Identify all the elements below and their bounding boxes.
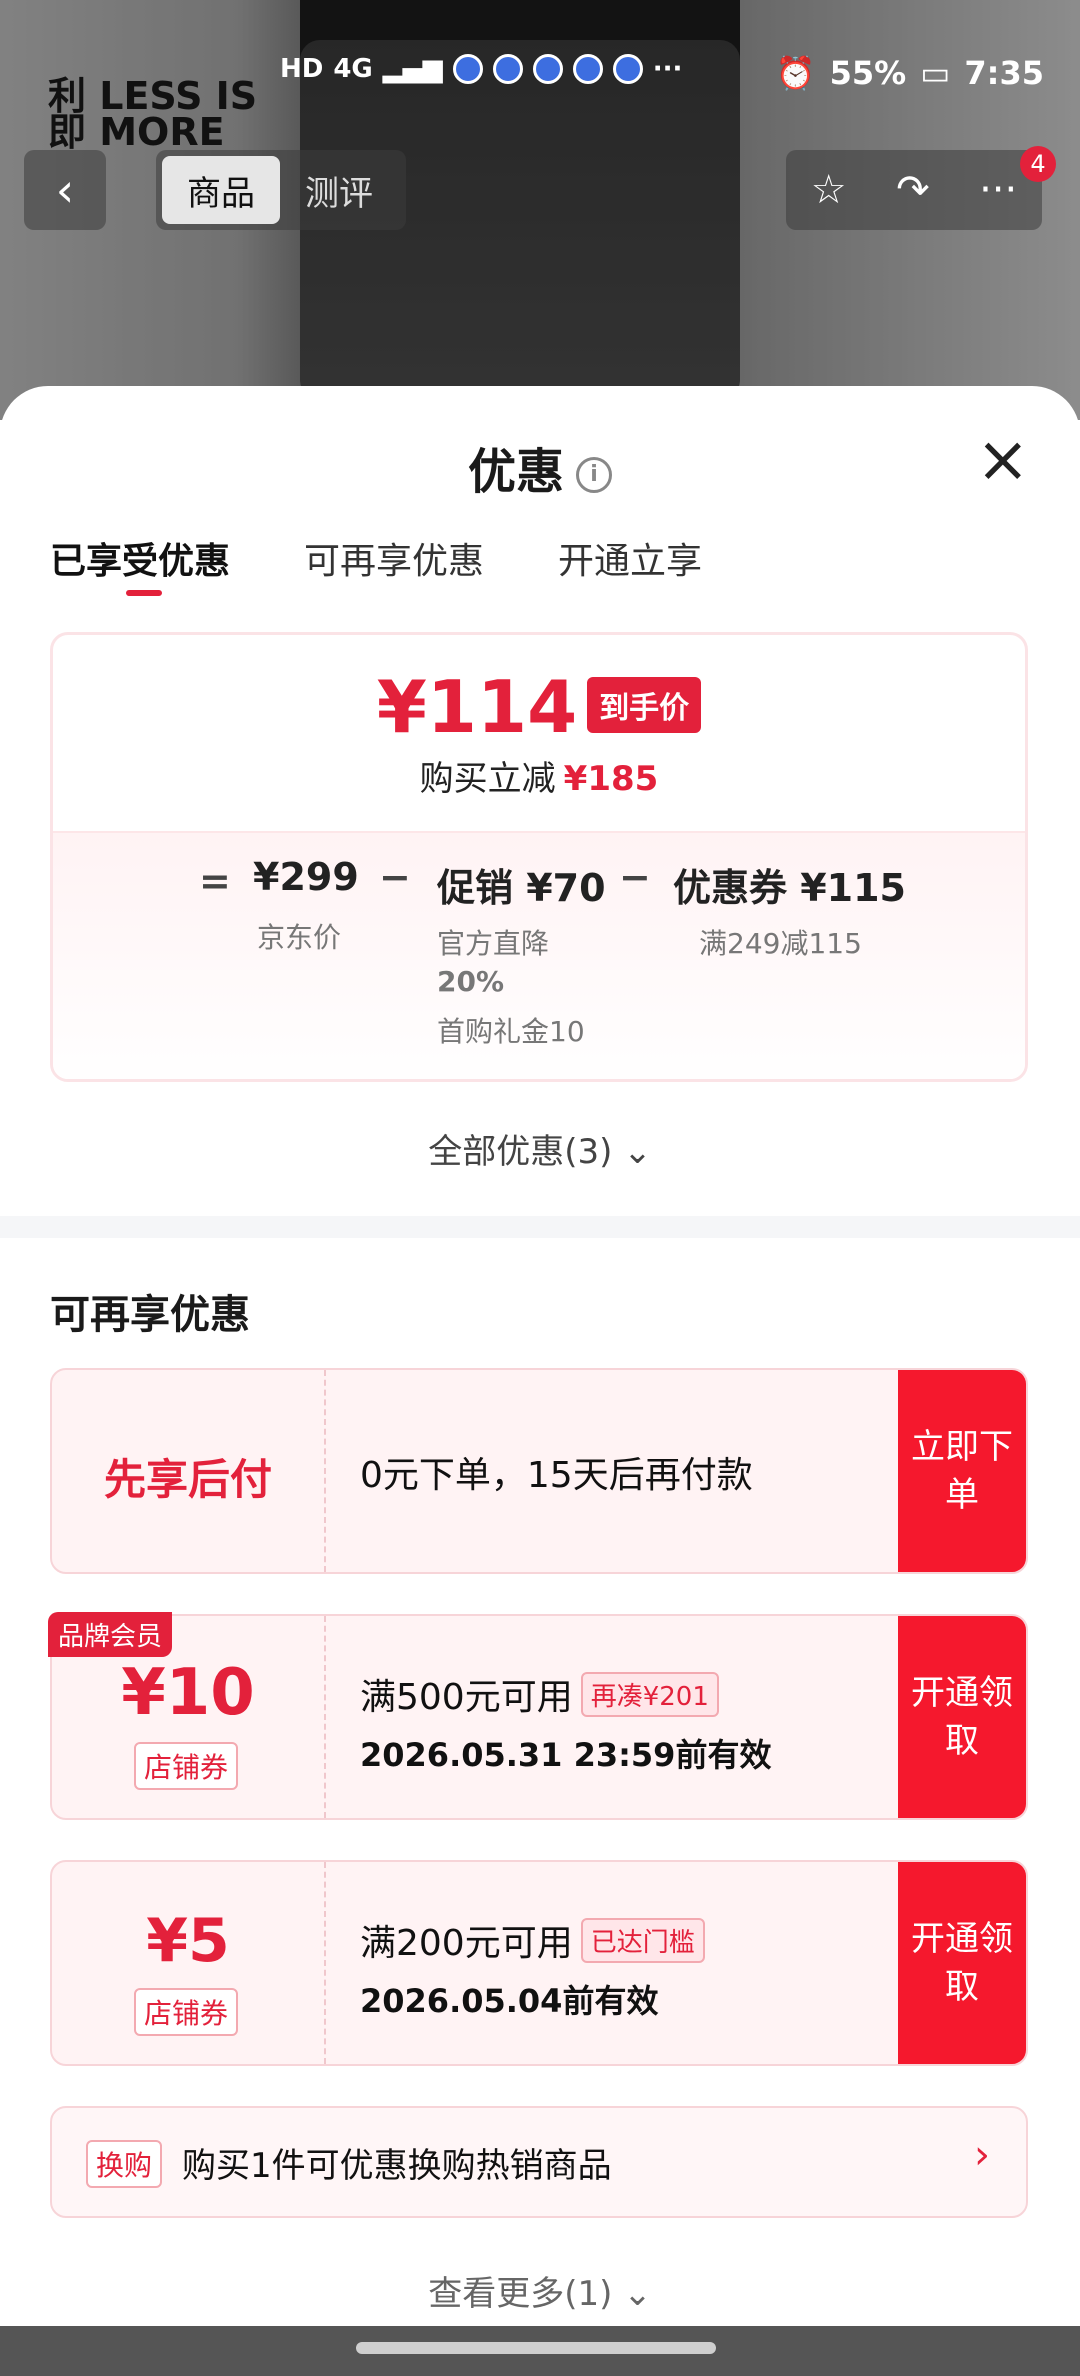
jd-price-label: 京东价	[257, 921, 342, 954]
top-tabs: 商品 测评	[156, 150, 406, 230]
hd-indicator: HD	[280, 54, 324, 84]
tab-more-available[interactable]: 可再享优惠	[304, 532, 484, 584]
minus-sign: −	[379, 855, 411, 899]
promo-sheet: 优惠 i × 已享受优惠 可再享优惠 开通立享 ¥114 到手价 购买立减 ¥185 …	[0, 386, 1080, 2376]
coupon-expiry: 2026.05.31 23:59前有效	[360, 1736, 772, 1774]
more-icon[interactable]: ···	[979, 167, 1017, 213]
coupon-amount: 优惠券 ¥115	[673, 866, 906, 910]
back-icon: ‹	[55, 163, 75, 217]
info-icon[interactable]: i	[576, 457, 612, 493]
home-indicator[interactable]	[356, 2342, 716, 2354]
coupon-condition: 满200元可用 已达门槛	[360, 1914, 705, 1966]
coupon-expiry: 2026.05.04前有效	[360, 1982, 659, 2020]
app-notification-icon	[532, 54, 563, 84]
pay-later-label: 先享后付	[103, 1455, 272, 1504]
breakdown-row: = ¥299 京东价 − 促销 ¥70 官方直降 20% 首购礼金10 − 优惠…	[53, 831, 1025, 1079]
network-indicator: 4G	[333, 54, 373, 84]
tab-review[interactable]: 测评	[280, 156, 398, 224]
close-icon[interactable]: ×	[976, 428, 1030, 492]
notification-badge: 4	[1020, 146, 1056, 182]
star-icon[interactable]: ☆	[811, 167, 847, 213]
saving-line: 购买立减 ¥185	[419, 759, 659, 799]
pay-later-desc: 0元下单，15天后再付款	[360, 1455, 753, 1496]
exchange-text: 购买1件可优惠换购热销商品	[182, 2146, 612, 2186]
tab-activate[interactable]: 开通立享	[558, 532, 702, 584]
brand-member-badge: 品牌会员	[48, 1612, 173, 1657]
coupon-left-col: ¥5 店铺券	[52, 1862, 326, 2064]
activate-claim-button[interactable]: 开通领取	[898, 1616, 1026, 1818]
coupon-type-tag: 店铺券	[134, 1988, 239, 2036]
exchange-offer-row[interactable]: 换购 购买1件可优惠换购热销商品 ›	[50, 2106, 1028, 2218]
back-button[interactable]: ‹	[24, 150, 106, 230]
tab-product[interactable]: 商品	[162, 156, 280, 224]
coupon-chip: 已达门槛	[580, 1918, 705, 1963]
coupon-condition: 满500元可用 再凑¥201	[360, 1668, 719, 1720]
battery-icon: ▭	[920, 54, 951, 92]
promo-detail-3: 首购礼金10	[437, 1015, 585, 1048]
pay-later-label-col: 先享后付	[52, 1370, 326, 1572]
more-notifications-icon: ···	[652, 54, 683, 84]
section-title: 可再享优惠	[50, 1292, 250, 1338]
signal-icon: ▂▄▆	[382, 54, 443, 84]
see-more-link[interactable]: 查看更多(1) ⌄	[0, 2266, 1080, 2315]
battery-percent: 55%	[829, 54, 907, 92]
promo-amount: 促销 ¥70	[437, 866, 606, 910]
exchange-tag: 换购	[86, 2140, 163, 2188]
activate-claim-button[interactable]: 开通领取	[898, 1862, 1026, 2064]
promo-detail-2: 20%	[437, 965, 505, 998]
coupon-amount: ¥10	[121, 1656, 255, 1730]
sheet-title: 优惠 i	[0, 432, 1080, 502]
tab-enjoyed[interactable]: 已享受优惠	[50, 532, 230, 596]
price-breakdown: ¥114 到手价 购买立减 ¥185 = ¥299 京东价 − 促销 ¥70 官方直…	[50, 632, 1028, 1082]
coupon-type-tag: 店铺券	[134, 1742, 239, 1790]
final-price: ¥114 到手价	[53, 665, 1025, 749]
clock: 7:35	[964, 54, 1044, 92]
final-price-tag: 到手价	[587, 677, 702, 733]
pay-later-card[interactable]: 先享后付 0元下单，15天后再付款 立即下单	[50, 1368, 1028, 1574]
order-now-button[interactable]: 立即下单	[898, 1370, 1026, 1572]
section-divider	[0, 1216, 1080, 1238]
coupon-amount: ¥5	[146, 1906, 230, 1976]
share-icon[interactable]: ↷	[896, 167, 930, 213]
app-notification-icon	[572, 54, 603, 84]
coupon-chip: 再凑¥201	[580, 1672, 719, 1717]
coupon-card[interactable]: ¥5 店铺券 满200元可用 已达门槛 2026.05.04前有效 开通领取	[50, 1860, 1028, 2066]
top-actions: ☆ ↷ ···	[786, 150, 1042, 230]
app-notification-icon	[612, 54, 643, 84]
minus-sign: −	[619, 855, 651, 899]
brand-logo: 利 LESS IS 即 MORE	[48, 74, 258, 154]
app-notification-icon	[452, 54, 483, 84]
alarm-icon: ⏰	[775, 54, 816, 92]
equals-sign: =	[199, 859, 231, 903]
jd-price: ¥299	[253, 855, 359, 899]
all-promos-link[interactable]: 全部优惠(3) ⌄	[0, 1124, 1080, 1173]
promo-detail-1: 官方直降	[437, 927, 550, 960]
promo-tabs: 已享受优惠 可再享优惠 开通立享	[50, 532, 702, 596]
chevron-right-icon: ›	[974, 2132, 990, 2178]
app-notification-icon	[492, 54, 523, 84]
coupon-card[interactable]: ¥10 店铺券 满500元可用 再凑¥201 2026.05.31 23:59前有…	[50, 1614, 1028, 1820]
coupon-detail: 满249减115	[699, 927, 862, 960]
